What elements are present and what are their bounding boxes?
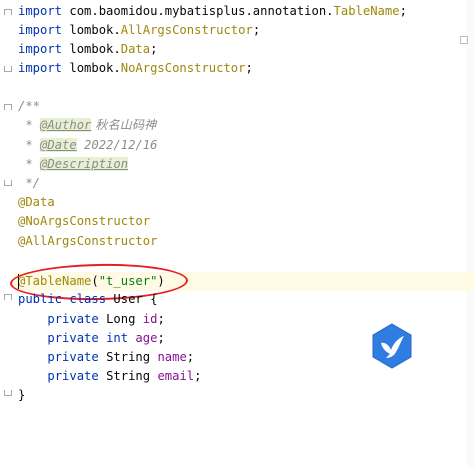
field-line[interactable]: private Long id; xyxy=(18,310,164,329)
comment-date-line[interactable]: * @Date 2022/12/16 xyxy=(18,136,157,155)
code-line-import[interactable]: import lombok.AllArgsConstructor; xyxy=(18,21,260,40)
fold-icon[interactable] xyxy=(4,390,12,399)
fold-icon[interactable] xyxy=(4,9,12,18)
comment-open[interactable]: /** xyxy=(18,97,40,116)
fold-icon[interactable] xyxy=(4,294,12,303)
annotation-no-args-constructor[interactable]: @NoArgsConstructor xyxy=(18,212,150,231)
comment-author-line[interactable]: * @Author 秋名山码神 xyxy=(18,116,156,135)
code-line-import[interactable]: import lombok.NoArgsConstructor; xyxy=(18,59,253,78)
fold-icon[interactable] xyxy=(4,180,12,189)
field-line[interactable]: private String email; xyxy=(18,367,201,386)
comment-close[interactable]: */ xyxy=(18,174,40,193)
class-declaration[interactable]: public class User { xyxy=(18,290,157,309)
editor-scrollbar[interactable] xyxy=(466,0,474,467)
fold-icon[interactable] xyxy=(4,104,12,113)
code-line-import[interactable]: import lombok.Data; xyxy=(18,40,157,59)
annotation-all-args-constructor[interactable]: @AllArgsConstructor xyxy=(18,232,157,251)
comment-description-line[interactable]: * @Description xyxy=(18,155,129,174)
fold-icon[interactable] xyxy=(4,66,12,75)
code-line-import[interactable]: import com.baomidou.mybatisplus.annotati… xyxy=(18,2,407,21)
annotation-data[interactable]: @Data xyxy=(18,193,55,212)
bird-logo-icon[interactable] xyxy=(369,323,415,369)
field-line[interactable]: private int age; xyxy=(18,329,164,348)
inspection-status-icon[interactable] xyxy=(460,36,468,44)
class-close-brace[interactable]: } xyxy=(18,386,25,405)
field-line[interactable]: private String name; xyxy=(18,348,194,367)
